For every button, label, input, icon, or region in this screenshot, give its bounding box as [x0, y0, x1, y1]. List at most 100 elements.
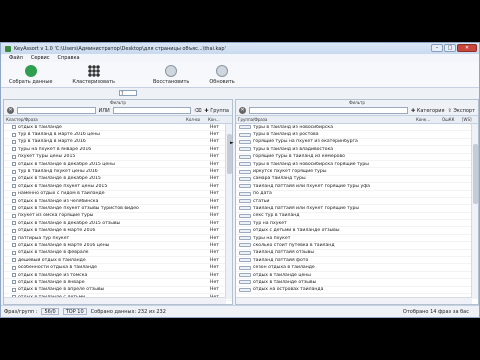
row-checkbox[interactable]: [12, 139, 16, 144]
table-row[interactable]: отдых в таиланде в апреле отзывы Нет: [4, 287, 232, 294]
list-item[interactable]: отдых в таиланде отзывы: [236, 279, 478, 287]
list-item[interactable]: туры в таиланд из новосибирска: [236, 124, 478, 132]
list-item[interactable]: сколько стоит путевка в таиланд: [236, 242, 478, 250]
menu-service[interactable]: Сервис: [31, 55, 50, 61]
menu-file[interactable]: Файл: [9, 55, 23, 61]
table-row[interactable]: пхукет туры цены 2015 Нет: [4, 154, 232, 161]
list-item[interactable]: туры в таиланд из ростова: [236, 131, 478, 139]
move-right-arrow-icon[interactable]: ►: [230, 140, 236, 146]
list-item[interactable]: туры в таиланд из новосибирска горящие т…: [236, 161, 478, 169]
list-item[interactable]: таиланд паттайя фото: [236, 257, 478, 265]
table-row[interactable]: отдых в таиланде в феврале Нет: [4, 250, 232, 258]
row-checkbox[interactable]: [12, 243, 16, 248]
close-button[interactable]: ✕: [457, 44, 477, 52]
list-item[interactable]: иркутск пхукет горящие туры: [236, 168, 478, 176]
row-checkbox[interactable]: [12, 132, 16, 137]
cluster-button[interactable]: Кластеризовать: [72, 65, 115, 85]
table-row[interactable]: тур в таиланд в марте 2016 цены Нет: [4, 131, 232, 139]
table-row[interactable]: отдых в таиланде в марте 2016 цены Нет: [4, 242, 232, 250]
row-checkbox[interactable]: [12, 154, 16, 159]
list-item[interactable]: тур на пхукет: [236, 220, 478, 228]
left-filter-input[interactable]: [17, 107, 96, 114]
list-item[interactable]: туры в таиланд из владивостока: [236, 146, 478, 154]
row-checkbox[interactable]: [12, 258, 16, 263]
list-item[interactable]: отдых на островах таиланда: [236, 287, 478, 294]
minimize-button[interactable]: –: [431, 44, 443, 52]
col-ws[interactable]: [WS]: [462, 117, 478, 122]
row-checkbox[interactable]: [12, 199, 16, 204]
row-checkbox[interactable]: [12, 213, 16, 218]
list-item[interactable]: таиланд паттайя или пхукет горящие туры: [236, 205, 478, 213]
right-horizontal-scrollbar[interactable]: [236, 297, 472, 304]
row-checkbox[interactable]: [12, 176, 16, 181]
list-item[interactable]: по дата: [236, 191, 478, 198]
menu-help[interactable]: Справка: [58, 55, 80, 61]
cluster-level-select[interactable]: 7: [119, 90, 137, 96]
col-error[interactable]: ОшКК: [442, 117, 462, 122]
list-item[interactable]: секс тур в таиланд: [236, 213, 478, 221]
row-checkbox[interactable]: [12, 125, 16, 130]
col-competition[interactable]: Кон...: [208, 117, 232, 122]
row-checkbox[interactable]: [12, 162, 16, 167]
table-row[interactable]: пхукет из омска горящие туры Нет: [4, 213, 232, 221]
list-item[interactable]: статьи: [236, 198, 478, 206]
row-checkbox[interactable]: [12, 236, 16, 241]
export-button[interactable]: ⇪ Экспорт: [448, 108, 475, 114]
row-checkbox[interactable]: [12, 184, 16, 189]
table-row[interactable]: особенности отдыха в таиланде Нет: [4, 264, 232, 272]
table-row[interactable]: дешевый отдых в таиланде Нет: [4, 257, 232, 265]
collect-button[interactable]: Собрать данные: [9, 65, 52, 85]
update-button[interactable]: Обновить: [209, 65, 235, 85]
col-competition[interactable]: Конк...: [416, 117, 442, 122]
table-row[interactable]: отдых в таиланде пхукет цены 2015 Нет: [4, 183, 232, 191]
table-row[interactable]: отдых в таиланде в марте 2016 Нет: [4, 227, 232, 235]
list-item[interactable]: отдых с детьми в таиланде отзывы: [236, 227, 478, 235]
eraser-icon[interactable]: ⌫: [194, 108, 201, 114]
maximize-button[interactable]: □: [444, 44, 456, 52]
col-cluster-phrase[interactable]: Кластер/Фраза: [6, 117, 186, 122]
list-item[interactable]: отдых в таиланде цены: [236, 272, 478, 280]
right-filter-input[interactable]: [249, 107, 409, 114]
list-item[interactable]: таиланд паттайя отзывы: [236, 250, 478, 258]
clear-filter-icon[interactable]: ✕: [7, 107, 14, 114]
table-row[interactable]: отдых в таиланде пхукет отзывы туристов …: [4, 205, 232, 213]
table-row[interactable]: отдых в таиланде в декабре 2015 цены Нет: [4, 161, 232, 169]
list-item[interactable]: горящие туры на пхукет из екатеринбурга: [236, 139, 478, 147]
col-group-phrase[interactable]: Группа/Фраза: [238, 117, 416, 122]
row-checkbox[interactable]: [12, 228, 16, 233]
list-item[interactable]: таиланд паттайя или пхукет горящие туры …: [236, 183, 478, 191]
clear-filter-icon[interactable]: ✕: [239, 107, 246, 114]
row-checkbox[interactable]: [12, 265, 16, 270]
left-horizontal-scrollbar[interactable]: [4, 297, 226, 304]
table-row[interactable]: отдых в таиланде из челябинска Нет: [4, 198, 232, 206]
right-vertical-scrollbar[interactable]: [471, 124, 478, 299]
list-item[interactable]: сезон отдыха в таиланде: [236, 264, 478, 272]
table-row[interactable]: туры на пхукет в январе 2016 Нет: [4, 146, 232, 154]
table-row[interactable]: отдых в таиланде в декабре 2015 Нет: [4, 176, 232, 184]
category-button[interactable]: ✚ Категория: [411, 108, 445, 114]
row-checkbox[interactable]: [12, 191, 16, 196]
table-row[interactable]: патгирыа тур пхукет Нет: [4, 235, 232, 243]
table-row[interactable]: отдых в таиланде в январе Нет: [4, 279, 232, 287]
row-checkbox[interactable]: [12, 287, 16, 292]
row-checkbox[interactable]: [12, 221, 16, 226]
table-row[interactable]: отдых в таиланде из томска Нет: [4, 272, 232, 280]
right-scroll-thumb[interactable]: [473, 144, 478, 204]
list-item[interactable]: горящие туры в таиланд из кемерово: [236, 154, 478, 161]
row-checkbox[interactable]: [12, 280, 16, 285]
row-checkbox[interactable]: [12, 206, 16, 211]
restore-button[interactable]: Восстановить: [153, 65, 189, 85]
table-row[interactable]: тур в таиланд пхукет цены 2016 Нет: [4, 168, 232, 176]
col-count[interactable]: Кол-во: [186, 117, 208, 122]
left-vertical-scrollbar[interactable]: [225, 124, 232, 299]
row-checkbox[interactable]: [12, 147, 16, 152]
group-button[interactable]: ✚ Группа: [204, 108, 229, 114]
left-filter-input-2[interactable]: [112, 107, 192, 114]
table-row[interactable]: отдых в таиланде Нет: [4, 124, 232, 132]
table-row[interactable]: наменно отдых с гидом в таиланде Нет: [4, 191, 232, 198]
list-item[interactable]: туры на пхукет: [236, 235, 478, 243]
table-row[interactable]: отдых в таиланде в декабре 2015 отзывы Не…: [4, 220, 232, 228]
list-item[interactable]: самара таиланд туры: [236, 176, 478, 184]
row-checkbox[interactable]: [12, 169, 16, 174]
row-checkbox[interactable]: [12, 273, 16, 277]
